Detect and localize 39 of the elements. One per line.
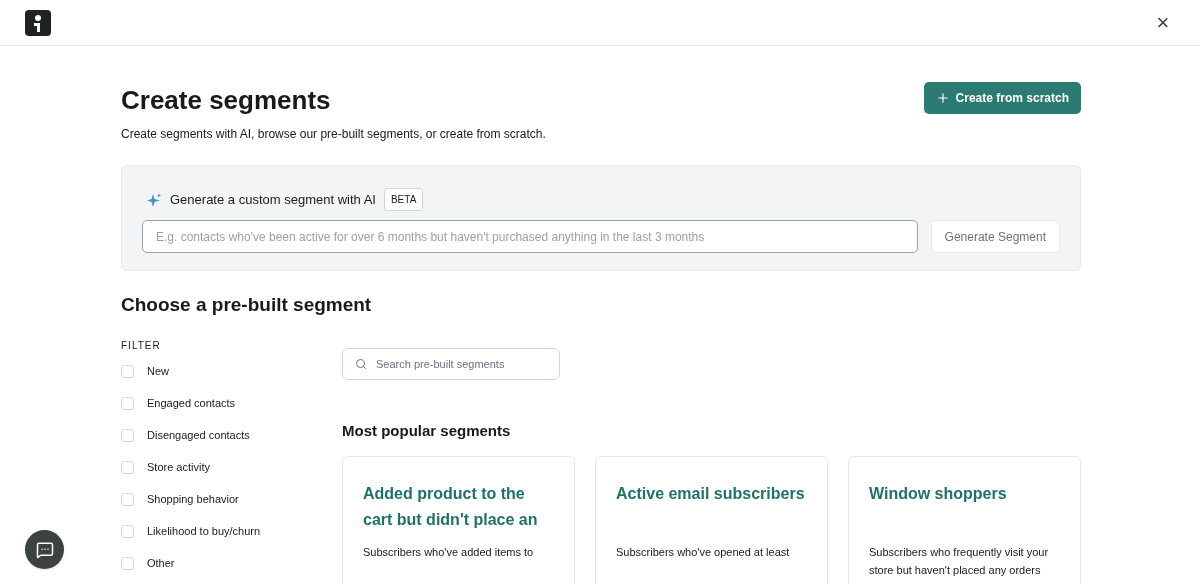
search-icon	[355, 357, 367, 370]
beta-badge: BETA	[383, 188, 424, 211]
plus-icon	[935, 91, 950, 105]
card-description: Subscribers who've added items to	[363, 545, 535, 560]
filter-checkbox[interactable]	[121, 556, 134, 570]
filter-option[interactable]: Likelihood to buy/churn	[147, 522, 261, 540]
card-title: Active email subscribers	[616, 484, 806, 504]
filter-label: FILTER	[121, 338, 162, 353]
segment-card[interactable]: Added product to the cart but didn't place an Subscribers who've added items to	[342, 456, 575, 584]
search-field[interactable]: Search pre-built segments	[342, 347, 560, 380]
filter-option[interactable]: Engaged contacts	[147, 394, 236, 412]
ai-label: Generate a custom segment with AI	[170, 190, 376, 209]
filter-checkbox[interactable]	[121, 492, 134, 506]
card-title: Added product to the cart but didn't place an	[363, 484, 539, 530]
segment-card[interactable]: Window shoppers Subscribers who frequently visit your store but haven't placed any orders	[848, 456, 1081, 584]
filter-checkbox[interactable]	[121, 428, 134, 442]
filter-checkbox[interactable]	[121, 460, 134, 474]
filter-option[interactable]: Shopping behavior	[147, 490, 239, 508]
page-subtitle: Create segments with AI, browse our pre-built segments, or create from scratch.	[121, 126, 546, 143]
section-heading: Most popular segments	[342, 420, 512, 441]
page-title: Create segments	[121, 84, 332, 116]
filter-option[interactable]: New	[147, 362, 169, 380]
filter-option[interactable]: Other	[147, 554, 175, 572]
segment-card[interactable]: Active email subscribers Subscribers who've opened at least	[595, 456, 828, 584]
create-from-scratch-button[interactable]: Create from scratch	[923, 82, 1081, 114]
card-description: Subscribers who've opened at least	[616, 545, 791, 560]
filter-checkbox[interactable]	[121, 396, 134, 410]
filter-checkbox[interactable]	[121, 364, 134, 378]
section-title: Choose a pre-built segment	[121, 293, 373, 317]
ai-prompt-field[interactable]: E.g. contacts who've been active for over 6 months but haven't purchased anything in the last 3 months	[142, 220, 918, 253]
card-title: Window shoppers	[869, 484, 1008, 504]
logo-icon	[25, 9, 51, 36]
close-button[interactable]: ×	[1151, 10, 1175, 35]
filter-option[interactable]: Store activity	[147, 458, 210, 476]
filter-checkbox[interactable]	[121, 524, 134, 538]
chat-button[interactable]	[25, 530, 64, 569]
card-description: Subscribers who frequently visit your store but haven't placed any orders	[869, 545, 1050, 578]
chat-icon	[35, 540, 54, 559]
filter-option[interactable]: Disengaged contacts	[147, 426, 250, 444]
